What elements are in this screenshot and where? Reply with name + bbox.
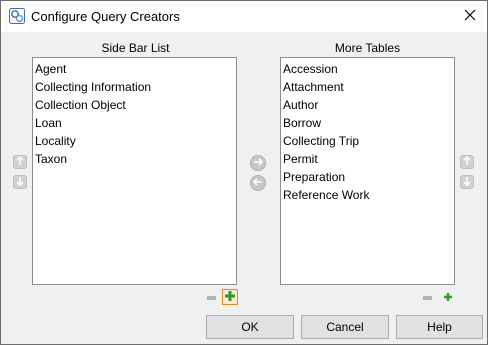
side-bar-list[interactable]: Agent Collecting Information Collection Ob… — [32, 57, 237, 285]
remove-button[interactable] — [203, 290, 219, 306]
arrow-left-icon — [252, 176, 263, 190]
list-item[interactable]: Accession — [281, 60, 454, 78]
close-icon — [464, 9, 476, 24]
more-remove-button[interactable] — [419, 290, 435, 306]
minus-icon — [206, 296, 216, 300]
move-up-button[interactable] — [13, 155, 27, 169]
dialog-window: Configure Query Creators Side Bar List A… — [0, 0, 488, 345]
list-item[interactable]: Permit — [281, 150, 454, 168]
arrow-down-icon — [15, 175, 25, 189]
arrow-right-icon — [253, 156, 264, 170]
list-item[interactable]: Locality — [33, 132, 236, 150]
arrow-up-icon — [15, 155, 25, 169]
more-tables-title: More Tables — [334, 41, 401, 55]
list-item[interactable]: Borrow — [281, 114, 454, 132]
sp-app-icon — [9, 8, 25, 24]
list-item[interactable]: Agent — [33, 60, 236, 78]
window-title: Configure Query Creators — [31, 9, 180, 24]
move-down-button[interactable] — [13, 175, 27, 189]
list-item[interactable]: Preparation — [281, 168, 454, 186]
list-item[interactable]: Collecting Information — [33, 78, 236, 96]
plus-icon — [442, 291, 454, 306]
list-item[interactable]: Attachment — [281, 78, 454, 96]
list-item[interactable]: Author — [281, 96, 454, 114]
list-item[interactable]: Taxon — [33, 150, 236, 168]
add-button[interactable] — [222, 289, 238, 305]
move-right-button[interactable] — [250, 155, 266, 171]
dialog-content: Side Bar List Agent Collecting Informatio… — [1, 32, 487, 344]
more-move-down-button[interactable] — [460, 175, 474, 189]
title-bar[interactable]: Configure Query Creators — [1, 1, 487, 32]
plus-icon — [224, 290, 236, 305]
arrow-up-icon — [462, 155, 472, 169]
ok-button[interactable]: OK — [206, 315, 294, 339]
help-button[interactable]: Help — [396, 315, 483, 339]
cancel-button[interactable]: Cancel — [301, 315, 389, 339]
list-item[interactable]: Collecting Trip — [281, 132, 454, 150]
list-item[interactable]: Collection Object — [33, 96, 236, 114]
move-left-button[interactable] — [250, 175, 266, 191]
list-item[interactable]: Reference Work — [281, 186, 454, 204]
list-item[interactable]: Loan — [33, 114, 236, 132]
close-button[interactable] — [455, 3, 485, 29]
more-move-up-button[interactable] — [460, 155, 474, 169]
arrow-down-icon — [462, 175, 472, 189]
minus-icon — [422, 296, 432, 300]
more-add-button[interactable] — [440, 290, 456, 306]
side-bar-list-title: Side Bar List — [101, 41, 170, 55]
more-tables-list[interactable]: Accession Attachment Author Borrow Collectin… — [280, 57, 455, 285]
